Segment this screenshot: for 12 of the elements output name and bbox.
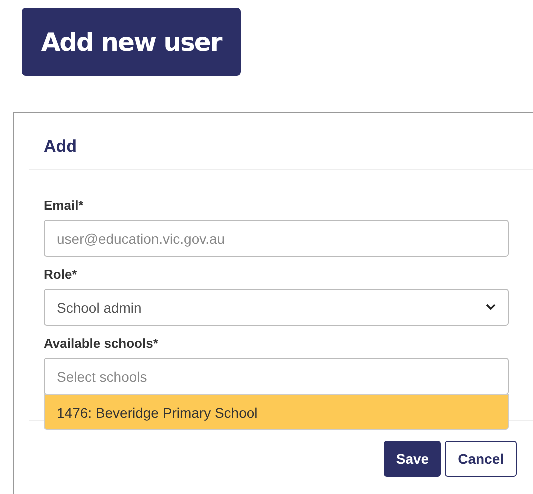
chevron-down-icon (486, 304, 496, 311)
email-field[interactable]: user@education.vic.gov.au (44, 220, 509, 257)
cancel-button[interactable]: Cancel (445, 441, 517, 477)
save-button[interactable]: Save (384, 441, 442, 477)
schools-label: Available schools* (44, 336, 160, 351)
school-option[interactable]: 1476: Beveridge Primary School (44, 394, 509, 430)
email-label: Email* (44, 198, 85, 213)
role-dropdown[interactable]: School admin (44, 289, 509, 326)
dialog-title: Add (44, 137, 78, 156)
role-label: Role* (44, 267, 78, 282)
add-user-button[interactable]: Add new user (22, 8, 241, 76)
schools-field[interactable]: Select schools (44, 358, 509, 395)
